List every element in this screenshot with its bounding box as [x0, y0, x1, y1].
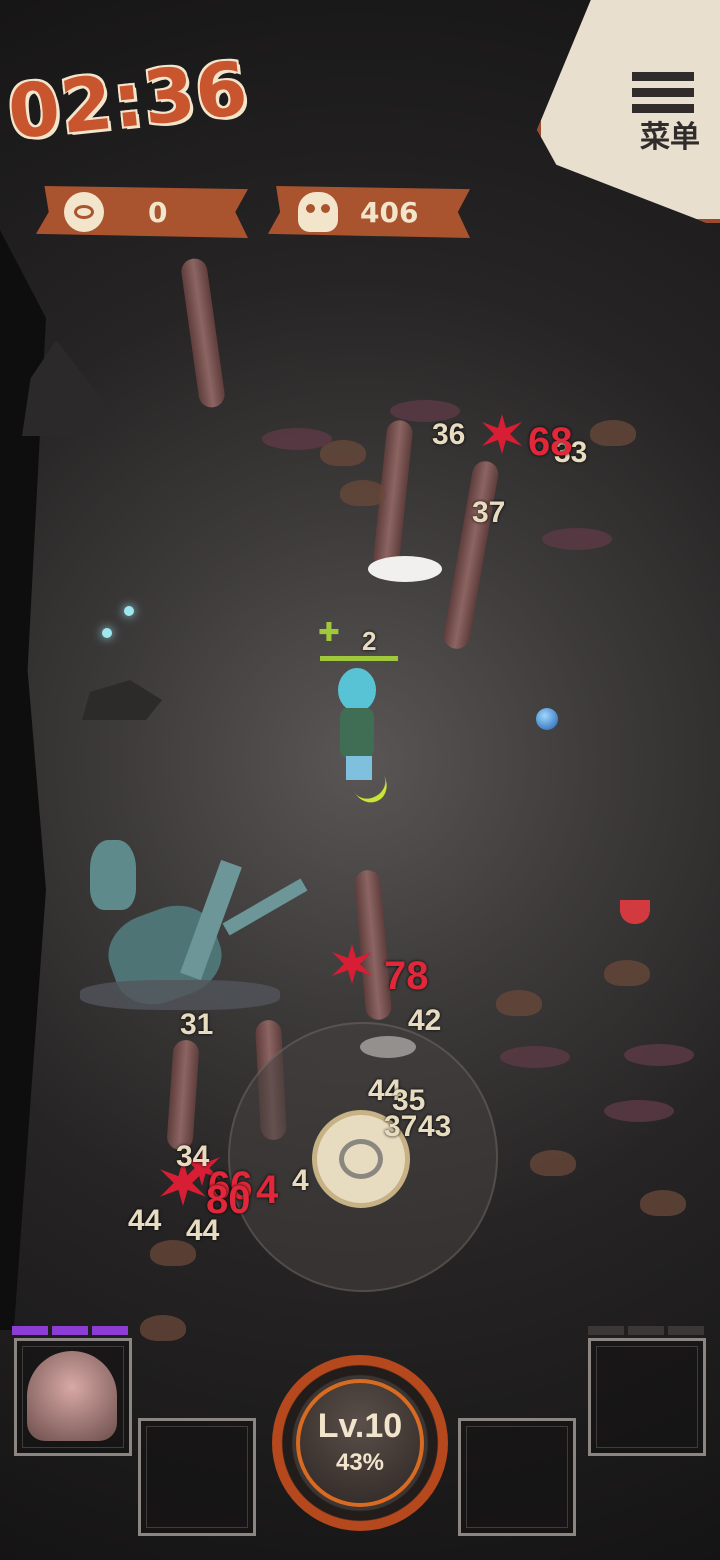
grub-enemy — [604, 1100, 674, 1122]
ghost-moth — [368, 556, 442, 582]
xp-segment — [12, 1326, 48, 1335]
thorn-vine — [179, 256, 227, 410]
menu-icon-bar — [632, 88, 694, 97]
moth-enemy — [530, 1150, 576, 1176]
level-label: Lv.10 — [317, 1407, 403, 1445]
skill-slot-2[interactable] — [138, 1418, 256, 1536]
eye-coin-icon — [64, 192, 104, 232]
menu-button[interactable]: 菜单 — [537, 0, 720, 223]
heal-plus-icon: ✚ — [318, 618, 340, 648]
skull-icon — [298, 192, 338, 232]
moth-enemy — [340, 480, 386, 506]
thorn-vine — [166, 1039, 200, 1151]
grub-enemy — [262, 428, 332, 450]
damage-number: 68 — [528, 420, 573, 464]
moth-enemy — [496, 990, 542, 1016]
player-character — [324, 668, 394, 809]
moth-enemy — [604, 960, 650, 986]
glow-mushroom — [102, 628, 112, 638]
xp-segment — [52, 1326, 88, 1335]
moth-enemy — [590, 420, 636, 446]
skill-slot-4[interactable] — [588, 1338, 706, 1456]
damage-number: 42 — [408, 1004, 442, 1037]
damage-number: 37 — [384, 1110, 418, 1143]
game-viewport[interactable]: ✚ 2 36 33 68 37 78 31 42 44 35 37 43 34 … — [0, 0, 720, 1560]
rock — [82, 680, 162, 720]
damage-number: 37 — [472, 496, 506, 529]
empty-segment — [588, 1326, 624, 1335]
tea-cup-pickup[interactable] — [620, 900, 650, 924]
skill-slot-3[interactable] — [458, 1418, 576, 1536]
damage-number: 4 — [256, 1168, 279, 1212]
empty-segment — [668, 1326, 704, 1335]
damage-number: 78 — [384, 954, 429, 998]
grub-enemy — [542, 528, 612, 550]
damage-number: 4 — [292, 1164, 309, 1197]
xp-segment — [92, 1326, 128, 1335]
level-core: Lv.10 43% — [296, 1379, 424, 1507]
coin-count: 0 — [148, 196, 168, 229]
skill-slot-1[interactable] — [14, 1338, 132, 1456]
survival-timer: 02:36 — [4, 45, 253, 157]
damage-number: 34 — [176, 1140, 210, 1173]
moth-enemy — [140, 1315, 186, 1341]
damage-number: 44 — [128, 1204, 162, 1237]
blue-orb-pickup[interactable] — [536, 708, 558, 730]
level-indicator: Lv.10 43% — [272, 1355, 448, 1531]
heal-amount: 2 — [362, 626, 377, 656]
thorn-vine — [441, 459, 501, 651]
kill-counter: 406 — [268, 186, 470, 238]
mantis-boss — [80, 840, 320, 1020]
glow-mushroom — [124, 606, 134, 616]
hit-splat — [482, 414, 522, 454]
player-hp-bar — [320, 656, 398, 661]
joystick-icon — [339, 1139, 383, 1179]
grub-enemy — [500, 1046, 570, 1068]
coin-counter: 0 — [36, 186, 248, 238]
grub-enemy — [624, 1044, 694, 1066]
damage-number: 36 — [432, 418, 466, 451]
damage-number: 44 — [186, 1214, 220, 1247]
menu-icon — [632, 72, 694, 81]
level-progress: 43% — [335, 1449, 385, 1476]
moth-enemy — [640, 1190, 686, 1216]
kill-count: 406 — [360, 196, 419, 229]
damage-number: 43 — [418, 1110, 452, 1143]
empty-segment — [628, 1326, 664, 1335]
damage-number: 31 — [180, 1008, 214, 1041]
menu-label: 菜单 — [640, 120, 700, 155]
skill-icon — [27, 1351, 117, 1441]
